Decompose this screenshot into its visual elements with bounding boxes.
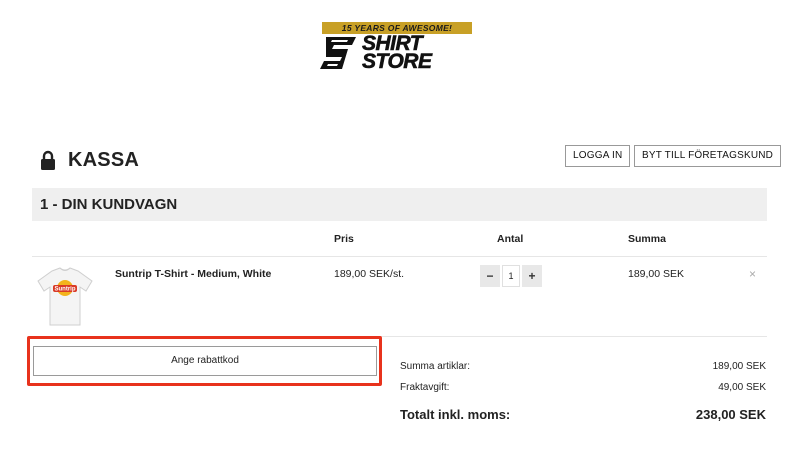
grand-total-label: Totalt inkl. moms:: [400, 407, 511, 422]
decrease-quantity-button[interactable]: −: [480, 265, 500, 287]
page-title: KASSA: [68, 148, 140, 171]
login-button[interactable]: LOGGA IN: [565, 145, 631, 167]
product-name[interactable]: Suntrip T-Shirt - Medium, White: [115, 268, 271, 280]
logo-word-store: STORE: [362, 50, 433, 73]
product-image[interactable]: Suntrip: [34, 265, 96, 327]
grand-total-value: 238,00 SEK: [695, 407, 766, 422]
store-logo[interactable]: 15 YEARS OF AWESOME! SHIRT STORE: [318, 22, 474, 72]
increase-quantity-button[interactable]: +: [522, 265, 542, 287]
switch-to-business-button[interactable]: BYT TILL FÖRETAGSKUND: [634, 145, 782, 167]
cart-section-title: 1 - DIN KUNDVAGN: [40, 196, 178, 213]
discount-code-button[interactable]: Ange rabattkod: [33, 346, 377, 376]
remove-item-icon[interactable]: ×: [749, 268, 756, 280]
product-line-sum: 189,00 SEK: [628, 268, 685, 280]
cart-section-header: 1 - DIN KUNDVAGN: [32, 188, 767, 221]
items-total-label: Summa artiklar:: [400, 361, 471, 372]
quantity-stepper: − 1 +: [480, 265, 542, 287]
product-price: 189,00 SEK/st.: [334, 268, 405, 280]
lock-icon: [41, 150, 55, 170]
shipping-value: 49,00 SEK: [718, 382, 766, 393]
row-divider: [32, 256, 767, 257]
shipping-label: Fraktavgift:: [400, 382, 450, 393]
column-header-price: Pris: [334, 233, 354, 245]
quantity-input[interactable]: 1: [502, 265, 520, 287]
logo-mark-icon: [320, 37, 356, 69]
column-header-quantity: Antal: [497, 233, 524, 245]
shirt-print-text: Suntrip: [55, 287, 76, 293]
column-header-sum: Summa: [628, 233, 666, 245]
items-total-value: 189,00 SEK: [712, 361, 766, 372]
page-title-row: KASSA: [40, 146, 139, 174]
